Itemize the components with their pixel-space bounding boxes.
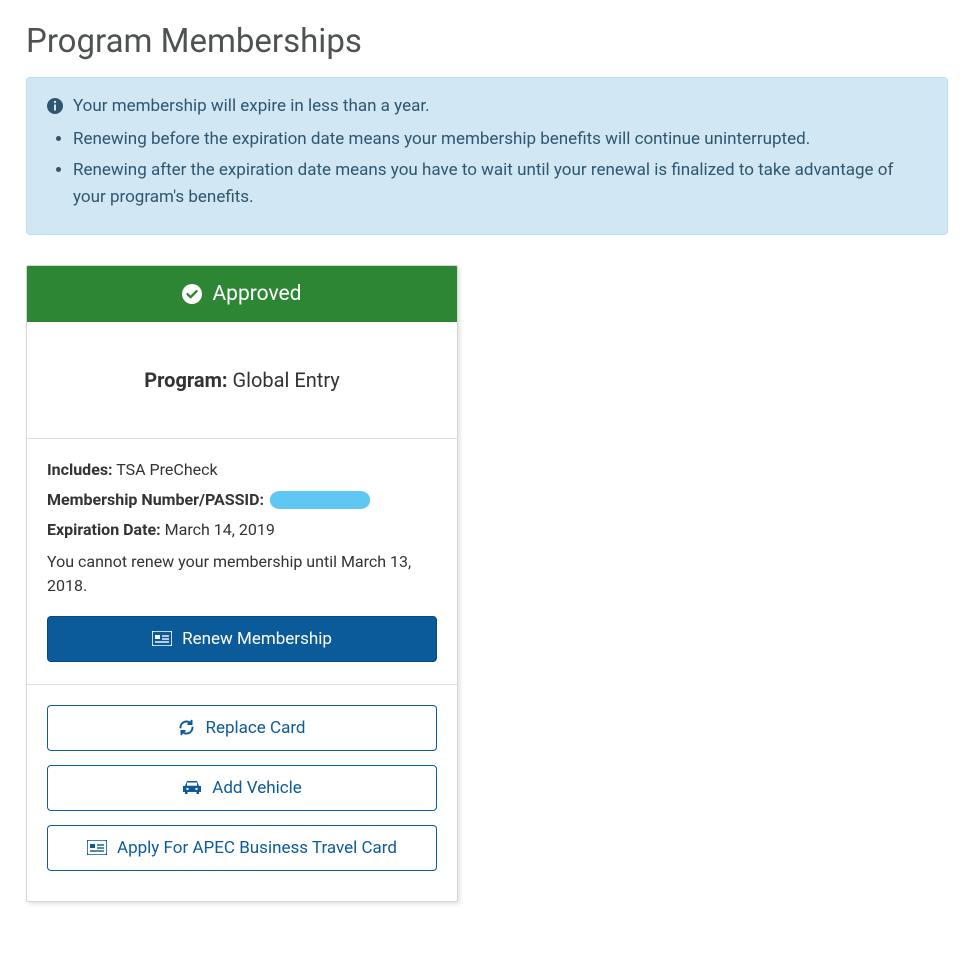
alert-headline: Your membership will expire in less than… xyxy=(47,96,927,116)
car-icon xyxy=(182,780,202,795)
program-row: Program: Global Entry xyxy=(27,322,457,439)
includes-label: Includes: xyxy=(47,460,113,479)
alert-headline-text: Your membership will expire in less than… xyxy=(73,96,430,116)
id-card-icon xyxy=(152,631,172,646)
program-name: Global Entry xyxy=(233,368,340,392)
alert-panel: Your membership will expire in less than… xyxy=(26,77,948,235)
includes-value: TSA PreCheck xyxy=(116,460,217,479)
passid-line: Membership Number/PASSID: xyxy=(47,489,437,511)
alert-bullet-list: Renewing before the expiration date mean… xyxy=(47,126,927,212)
includes-line: Includes: TSA PreCheck xyxy=(47,459,437,481)
card-actions: Replace Card Add Vehicle Apply For APEC … xyxy=(27,685,457,901)
info-icon xyxy=(47,98,63,114)
page-title: Program Memberships xyxy=(26,22,948,61)
apec-label: Apply For APEC Business Travel Card xyxy=(117,838,397,858)
alert-bullet: Renewing before the expiration date mean… xyxy=(73,126,927,153)
expiration-label: Expiration Date: xyxy=(47,520,161,539)
expiration-line: Expiration Date: March 14, 2019 xyxy=(47,519,437,541)
passid-redacted xyxy=(270,491,370,509)
status-text: Approved xyxy=(212,282,301,306)
id-card-icon xyxy=(87,840,107,855)
membership-card: Approved Program: Global Entry Includes:… xyxy=(26,265,458,902)
renew-membership-label: Renew Membership xyxy=(182,629,332,649)
replace-card-label: Replace Card xyxy=(205,718,305,738)
apec-button[interactable]: Apply For APEC Business Travel Card xyxy=(47,825,437,871)
passid-label: Membership Number/PASSID: xyxy=(47,489,264,511)
expiration-value: March 14, 2019 xyxy=(165,520,275,539)
card-body: Includes: TSA PreCheck Membership Number… xyxy=(27,439,457,685)
add-vehicle-label: Add Vehicle xyxy=(212,778,302,798)
add-vehicle-button[interactable]: Add Vehicle xyxy=(47,765,437,811)
renew-note: You cannot renew your membership until M… xyxy=(47,550,437,598)
replace-card-button[interactable]: Replace Card xyxy=(47,705,437,751)
refresh-icon xyxy=(178,719,195,736)
check-circle-icon xyxy=(182,284,202,304)
status-header: Approved xyxy=(27,266,457,322)
program-label: Program: xyxy=(144,368,227,392)
alert-bullet: Renewing after the expiration date means… xyxy=(73,157,927,211)
renew-membership-button[interactable]: Renew Membership xyxy=(47,616,437,662)
